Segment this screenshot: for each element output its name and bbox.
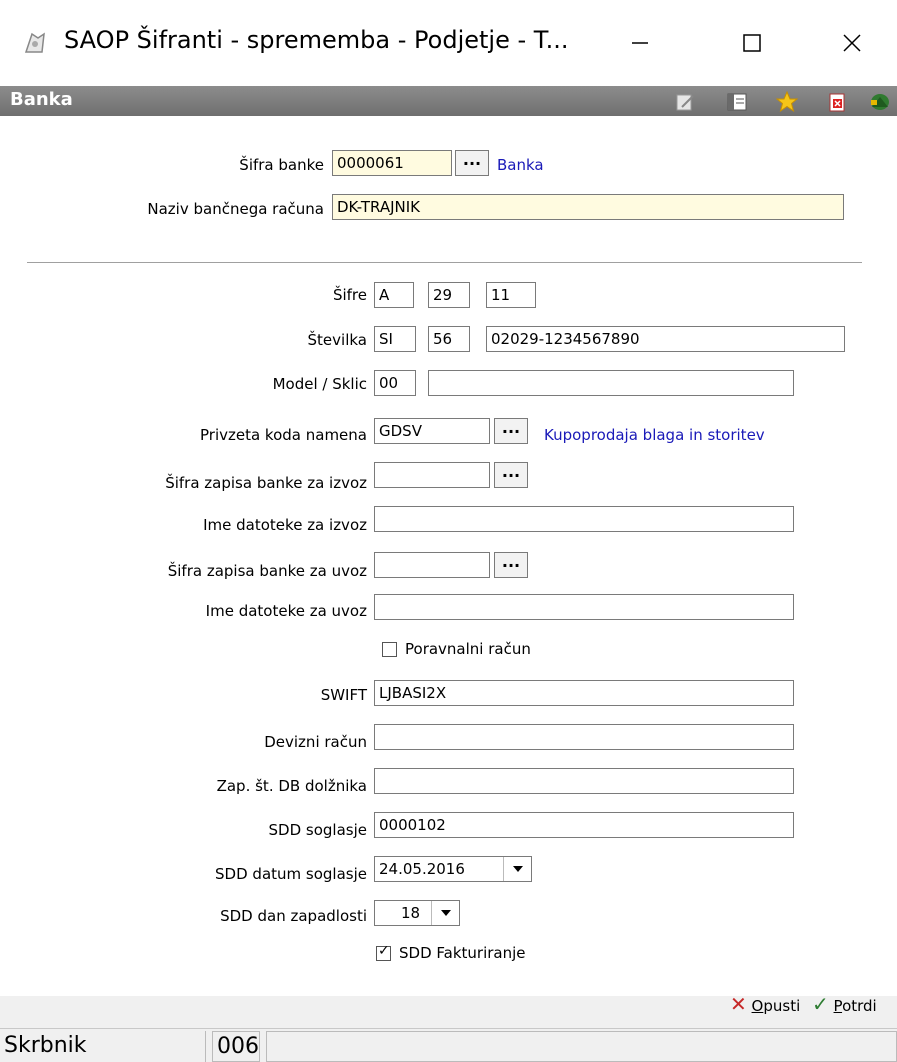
confirm-accel: P (833, 997, 843, 1015)
sifre-input-1[interactable]: A (374, 282, 414, 308)
sdd-datum-value: 24.05.2016 (379, 860, 465, 878)
uvoz-sifra-browse-button[interactable]: ... (494, 552, 528, 578)
window-title: SAOP Šifranti - sprememba - Podjetje - T… (64, 26, 569, 54)
cancel-button[interactable]: ✕ Opusti (730, 992, 800, 1016)
uvoz-sifra-input[interactable] (374, 552, 490, 578)
delete-icon[interactable] (826, 91, 848, 113)
sdd-soglasje-input[interactable]: 0000102 (374, 812, 794, 838)
model-input[interactable]: 00 (374, 370, 416, 396)
minimize-icon (632, 42, 648, 44)
cancel-icon: ✕ (730, 992, 747, 1016)
uvoz-sifra-label: Šifra zapisa banke za uvoz (167, 562, 367, 580)
cancel-label: pusti (763, 997, 801, 1015)
zap-st-label: Zap. št. DB dolžnika (216, 777, 367, 795)
sifre-input-2[interactable]: 29 (428, 282, 470, 308)
sklic-input[interactable] (428, 370, 794, 396)
sdd-dan-label: SDD dan zapadlosti (220, 907, 367, 925)
status-code: 006 (212, 1031, 260, 1062)
section-header: Banka (0, 86, 897, 116)
check-icon: ✓ (812, 992, 829, 1016)
koda-namena-link[interactable]: Kupoprodaja blaga in storitev (544, 426, 765, 444)
sdd-datum-label: SDD datum soglasje (215, 865, 367, 883)
izvoz-ime-input[interactable] (374, 506, 794, 532)
chevron-down-icon[interactable] (431, 901, 459, 925)
stevilka-input-3[interactable]: 02029-1234567890 (486, 326, 845, 352)
window-titlebar: SAOP Šifranti - sprememba - Podjetje - T… (0, 0, 897, 86)
uvoz-ime-label: Ime datoteke za uvoz (205, 602, 367, 620)
koda-namena-input[interactable]: GDSV (374, 418, 490, 444)
dialog-footer: ✕ Opusti ✓ Potrdi (0, 992, 897, 1028)
maximize-button[interactable] (722, 20, 782, 66)
stevilka-input-1[interactable]: SI (374, 326, 416, 352)
devizni-label: Devizni račun (264, 733, 367, 751)
app-icon (22, 30, 48, 56)
swift-label: SWIFT (320, 686, 367, 704)
cancel-accel: O (751, 997, 764, 1015)
koda-namena-browse-button[interactable]: ... (494, 418, 528, 444)
naziv-label: Naziv bančnega računa (147, 200, 324, 218)
sdd-dan-value: 18 (401, 904, 421, 922)
status-bar: Skrbnik 006 (0, 1028, 897, 1062)
sifra-banke-browse-button[interactable]: ... (455, 150, 489, 176)
section-title: Banka (10, 89, 73, 110)
minimize-button[interactable] (610, 20, 670, 66)
koda-namena-label: Privzeta koda namena (200, 426, 367, 444)
zap-st-input[interactable] (374, 768, 794, 794)
model-label: Model / Sklic (272, 375, 367, 393)
sifre-label: Šifre (332, 286, 367, 304)
edit-icon[interactable] (674, 91, 696, 113)
poravnalni-label: Poravnalni račun (405, 640, 531, 658)
izvoz-sifra-label: Šifra zapisa banke za izvoz (165, 474, 367, 492)
naziv-input[interactable]: DK-TRAJNIK (332, 194, 844, 220)
sdd-datum-dropdown[interactable]: 24.05.2016 (374, 856, 532, 882)
sifra-banke-input[interactable]: 0000061 (332, 150, 452, 176)
izvoz-sifra-input[interactable] (374, 462, 490, 488)
uvoz-ime-input[interactable] (374, 594, 794, 620)
sifra-banke-label: Šifra banke (239, 156, 324, 174)
close-icon (843, 34, 861, 52)
status-user: Skrbnik (0, 1031, 206, 1062)
columns-icon[interactable] (726, 91, 748, 113)
devizni-input[interactable] (374, 724, 794, 750)
sdd-fakturiranje-checkbox[interactable]: ✓ (376, 943, 391, 961)
chevron-down-icon[interactable] (503, 857, 531, 881)
poravnalni-checkbox[interactable] (382, 642, 397, 657)
star-icon[interactable] (775, 90, 799, 113)
sdd-dan-dropdown[interactable]: 18 (374, 900, 460, 926)
status-extra (266, 1031, 897, 1062)
izvoz-ime-label: Ime datoteke za izvoz (203, 516, 367, 534)
exit-icon[interactable] (868, 91, 890, 113)
section-divider (27, 262, 862, 263)
stevilka-input-2[interactable]: 56 (428, 326, 470, 352)
izvoz-sifra-browse-button[interactable]: ... (494, 462, 528, 488)
confirm-button[interactable]: ✓ Potrdi (812, 992, 877, 1016)
stevilka-label: Številka (307, 331, 367, 349)
bank-form: Šifra banke 0000061 ... Banka Naziv banč… (0, 116, 897, 996)
sdd-soglasje-label: SDD soglasje (268, 821, 367, 839)
swift-input[interactable]: LJBASI2X (374, 680, 794, 706)
banka-link[interactable]: Banka (497, 156, 544, 174)
close-button[interactable] (822, 20, 882, 66)
maximize-icon (743, 34, 761, 52)
sdd-fakturiranje-label: SDD Fakturiranje (399, 944, 526, 962)
sifre-input-3[interactable]: 11 (486, 282, 536, 308)
confirm-label: otrdi (842, 997, 877, 1015)
